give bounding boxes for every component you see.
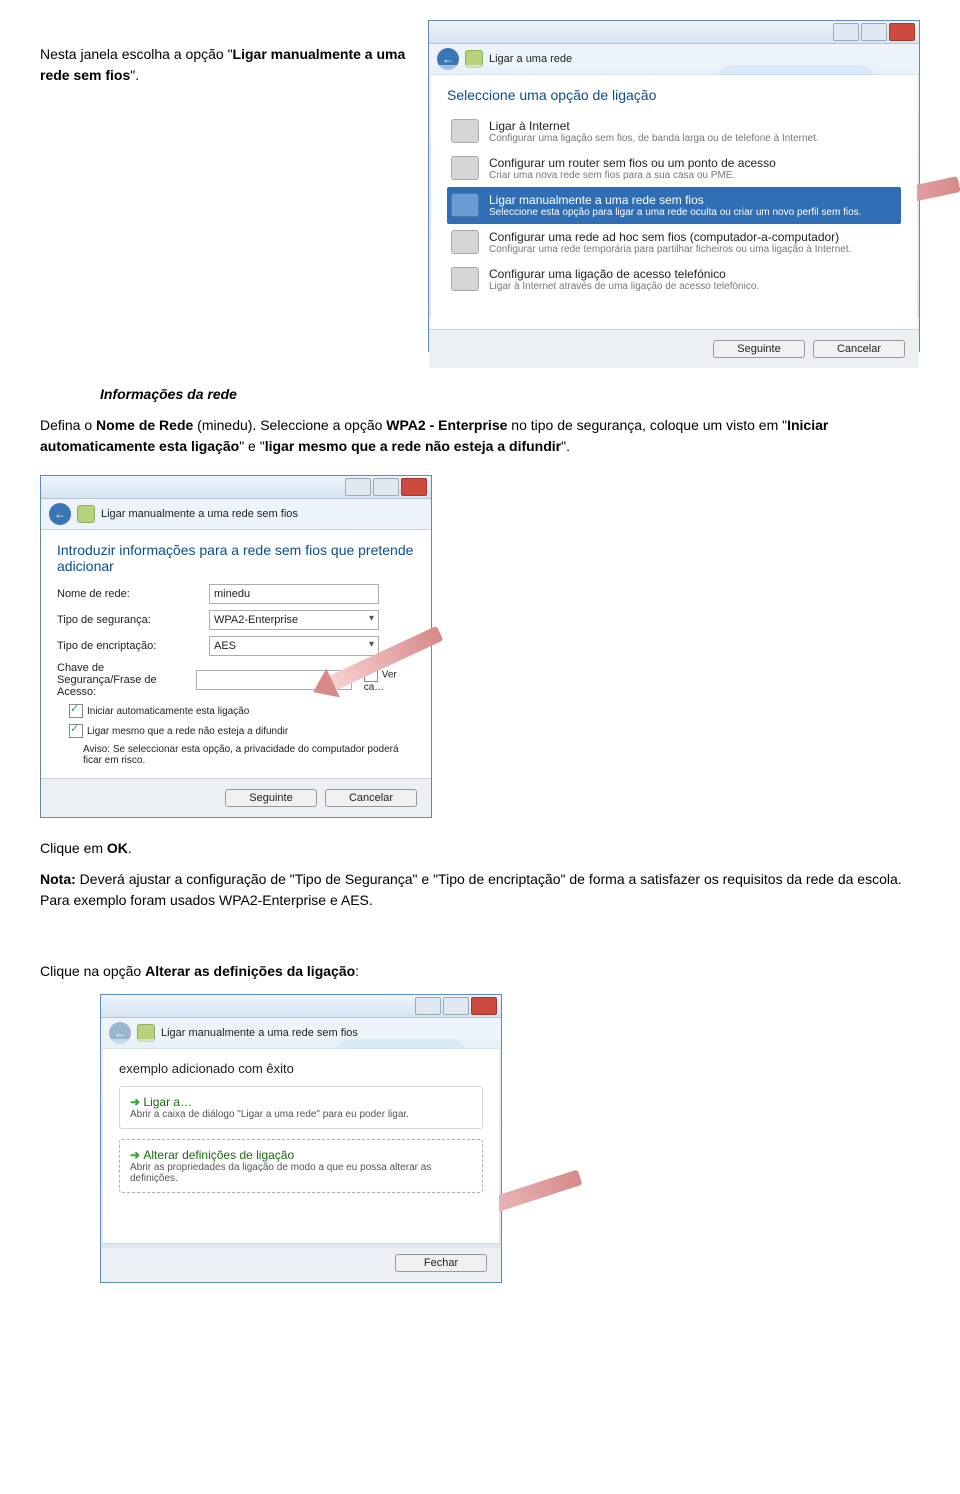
option-change-settings[interactable]: Alterar definições de ligação Abrir as p… bbox=[119, 1139, 483, 1193]
intro-paragraph-2: Defina o Nome de Rede (minedu). Seleccio… bbox=[40, 415, 920, 457]
dialog-footer: Seguinte Cancelar bbox=[429, 329, 919, 368]
click-ok-text: Clique em OK. bbox=[40, 838, 920, 859]
next-button[interactable]: Seguinte bbox=[225, 789, 317, 807]
option-title: Configurar uma rede ad hoc sem fios (com… bbox=[489, 230, 851, 244]
option-subtitle: Configurar uma ligação sem fios, de band… bbox=[489, 133, 819, 144]
close-dialog-button[interactable]: Fechar bbox=[395, 1254, 487, 1272]
minimize-button[interactable] bbox=[833, 23, 859, 41]
dialog-footer: Seguinte Cancelar bbox=[41, 778, 431, 817]
router-icon bbox=[451, 156, 479, 180]
adhoc-icon bbox=[451, 230, 479, 254]
titlebar bbox=[41, 476, 431, 499]
dialog-prompt: Seleccione uma opção de ligação bbox=[447, 87, 901, 103]
option-router[interactable]: Configurar um router sem fios ou um pont… bbox=[447, 150, 901, 187]
nav-title: Ligar a uma rede bbox=[489, 53, 572, 65]
option-subtitle: Abrir a caixa de diálogo "Ligar a uma re… bbox=[130, 1109, 472, 1120]
option-subtitle: Seleccione esta opção para ligar a uma r… bbox=[489, 207, 861, 218]
option-adhoc[interactable]: Configurar uma rede ad hoc sem fios (com… bbox=[447, 224, 901, 261]
option-manual-wifi[interactable]: Ligar manualmente a uma rede sem fiosSel… bbox=[447, 187, 901, 224]
cancel-button[interactable]: Cancelar bbox=[813, 340, 905, 358]
titlebar bbox=[429, 21, 919, 44]
option-title: Ligar a… bbox=[130, 1095, 472, 1109]
option-subtitle: Abrir as propriedades da ligação de modo… bbox=[130, 1162, 472, 1184]
select-encryption-type[interactable]: AES bbox=[209, 636, 379, 656]
option-dialup[interactable]: Configurar uma ligação de acesso telefón… bbox=[447, 261, 901, 298]
checkbox-connect-not-broadcasting[interactable]: Ligar mesmo que a rede não esteja a difu… bbox=[69, 724, 288, 738]
cancel-button[interactable]: Cancelar bbox=[325, 789, 417, 807]
minimize-button[interactable] bbox=[415, 997, 441, 1015]
next-button[interactable]: Seguinte bbox=[713, 340, 805, 358]
option-subtitle: Criar uma nova rede sem fios para a sua … bbox=[489, 170, 776, 181]
select-security-type[interactable]: WPA2-Enterprise bbox=[209, 610, 379, 630]
monitor-icon bbox=[451, 193, 479, 217]
option-subtitle: Ligar à Internet através de uma ligação … bbox=[489, 281, 759, 292]
warning-text: Aviso: Se seleccionar esta opção, a priv… bbox=[83, 744, 415, 766]
nav-row: ← Ligar manualmente a uma rede sem fios bbox=[41, 499, 431, 530]
label-encryption-type: Tipo de encriptação: bbox=[57, 640, 197, 652]
maximize-button[interactable] bbox=[373, 478, 399, 496]
label-security-type: Tipo de segurança: bbox=[57, 614, 197, 626]
label-network-name: Nome de rede: bbox=[57, 588, 197, 600]
note-text: Nota: Deverá ajustar a configuração de "… bbox=[40, 869, 920, 911]
minimize-button[interactable] bbox=[345, 478, 371, 496]
option-internet[interactable]: Ligar à InternetConfigurar uma ligação s… bbox=[447, 113, 901, 150]
back-icon[interactable]: ← bbox=[49, 503, 71, 525]
option-title: Configurar uma ligação de acesso telefón… bbox=[489, 267, 759, 281]
option-title: Alterar definições de ligação bbox=[130, 1148, 472, 1162]
option-title: Ligar manualmente a uma rede sem fios bbox=[489, 193, 861, 207]
globe-icon bbox=[451, 119, 479, 143]
added-success-dialog: ← Ligar manualmente a uma rede sem fios … bbox=[100, 994, 502, 1283]
maximize-button[interactable] bbox=[443, 997, 469, 1015]
option-title: Configurar um router sem fios ou um pont… bbox=[489, 156, 776, 170]
nav-title: Ligar manualmente a uma rede sem fios bbox=[161, 1027, 358, 1039]
wizard-icon bbox=[77, 505, 95, 523]
dialog-prompt: Introduzir informações para a rede sem f… bbox=[57, 542, 415, 574]
option-subtitle: Configurar uma rede temporária para part… bbox=[489, 244, 851, 255]
phone-icon bbox=[451, 267, 479, 291]
label-security-key: Chave de Segurança/Frase de Acesso: bbox=[57, 662, 184, 698]
click-alter-text: Clique na opção Alterar as definições da… bbox=[40, 961, 920, 982]
wifi-info-dialog: ← Ligar manualmente a uma rede sem fios … bbox=[40, 475, 432, 818]
section-heading: Informações da rede bbox=[100, 386, 237, 402]
connect-network-dialog: ← Ligar a uma rede Seleccione uma opção … bbox=[428, 20, 920, 352]
checkbox-auto-connect[interactable]: Iniciar automaticamente esta ligação bbox=[69, 704, 249, 718]
option-connect-to[interactable]: Ligar a… Abrir a caixa de diálogo "Ligar… bbox=[119, 1086, 483, 1129]
close-button[interactable] bbox=[889, 23, 915, 41]
option-title: Ligar à Internet bbox=[489, 119, 819, 133]
close-button[interactable] bbox=[401, 478, 427, 496]
close-button[interactable] bbox=[471, 997, 497, 1015]
input-network-name[interactable]: minedu bbox=[209, 584, 379, 604]
titlebar bbox=[101, 995, 501, 1018]
nav-title: Ligar manualmente a uma rede sem fios bbox=[101, 508, 298, 520]
maximize-button[interactable] bbox=[861, 23, 887, 41]
success-message: exemplo adicionado com êxito bbox=[119, 1061, 483, 1076]
dialog-footer: Fechar bbox=[101, 1243, 501, 1282]
